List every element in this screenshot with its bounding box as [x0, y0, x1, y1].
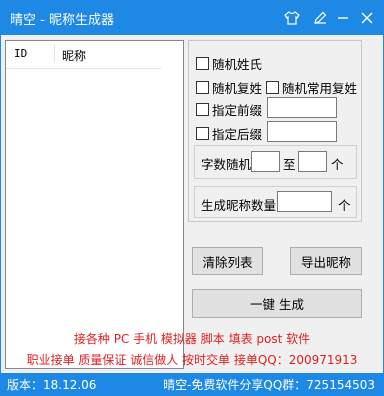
- close-icon[interactable]: [356, 8, 378, 28]
- random-double-surname-label: 随机复姓: [212, 81, 263, 96]
- qq-group-label: 晴空-免费软件分享QQ群：725154503: [163, 378, 375, 392]
- generate-count-unit-label: 个: [338, 198, 351, 213]
- list-header: ID 昵称: [6, 41, 161, 69]
- random-common-double-surname-option[interactable]: 随机常用复姓: [266, 78, 357, 97]
- prefix-option[interactable]: 指定前缀: [196, 100, 262, 119]
- generate-count-label: 生成昵称数量: [201, 198, 277, 213]
- clear-list-button[interactable]: 清除列表: [192, 247, 263, 275]
- prefix-input[interactable]: [267, 97, 337, 118]
- promo-line-2: 职业接单 质量保证 诚信做人 按时交单 接单QQ：200971913: [26, 353, 358, 367]
- promo-line-1: 接各种 PC 手机 模拟器 脚本 填表 post 软件: [73, 332, 311, 346]
- random-surname-option[interactable]: 随机姓氏: [196, 54, 262, 73]
- window-title: 晴空 - 昵称生成器: [10, 13, 114, 28]
- random-common-double-surname-checkbox[interactable]: [266, 81, 279, 94]
- shirt-icon[interactable]: [281, 8, 303, 28]
- pencil-icon[interactable]: [309, 8, 331, 28]
- options-panel: 随机姓氏 随机复姓 随机常用复姓 指定前缀 指定后缀 字数随机 至 个 生成昵称…: [188, 40, 362, 222]
- random-surname-checkbox[interactable]: [196, 57, 209, 70]
- suffix-checkbox[interactable]: [196, 127, 209, 140]
- generate-count-group: 生成昵称数量 个: [194, 186, 357, 218]
- suffix-input[interactable]: [267, 121, 337, 142]
- random-double-surname-checkbox[interactable]: [196, 81, 209, 94]
- generate-button[interactable]: 一键 生成: [192, 289, 362, 318]
- column-header-nickname[interactable]: 昵称: [62, 47, 86, 64]
- column-header-id[interactable]: ID: [14, 47, 27, 60]
- char-count-label: 字数随机: [201, 157, 252, 172]
- title-bar[interactable]: 晴空 - 昵称生成器: [1, 1, 383, 35]
- prefix-label: 指定前缀: [212, 103, 263, 118]
- char-count-to-label: 至: [283, 157, 296, 172]
- nickname-list[interactable]: ID 昵称: [5, 40, 184, 369]
- char-count-group: 字数随机 至 个: [194, 145, 357, 179]
- random-double-surname-option[interactable]: 随机复姓: [196, 78, 262, 97]
- app-window: 晴空 - 昵称生成器 ID 昵称 随机姓氏 随机复姓 随机常用复姓 指定前缀 指…: [0, 0, 384, 396]
- export-nicknames-button[interactable]: 导出昵称: [290, 247, 362, 275]
- minimize-icon[interactable]: [332, 8, 354, 28]
- char-count-unit-label: 个: [331, 157, 344, 172]
- column-divider: [54, 45, 55, 63]
- suffix-label: 指定后缀: [212, 127, 263, 142]
- suffix-option[interactable]: 指定后缀: [196, 124, 262, 143]
- random-surname-label: 随机姓氏: [212, 57, 263, 72]
- prefix-checkbox[interactable]: [196, 103, 209, 116]
- random-common-double-surname-label: 随机常用复姓: [282, 81, 358, 96]
- version-label: 版本：18.12.06: [7, 378, 97, 392]
- status-bar: 版本：18.12.06 晴空-免费软件分享QQ群：725154503: [1, 373, 383, 395]
- char-count-max-input[interactable]: [298, 151, 327, 172]
- char-count-min-input[interactable]: [251, 151, 280, 172]
- generate-count-input[interactable]: [277, 191, 332, 212]
